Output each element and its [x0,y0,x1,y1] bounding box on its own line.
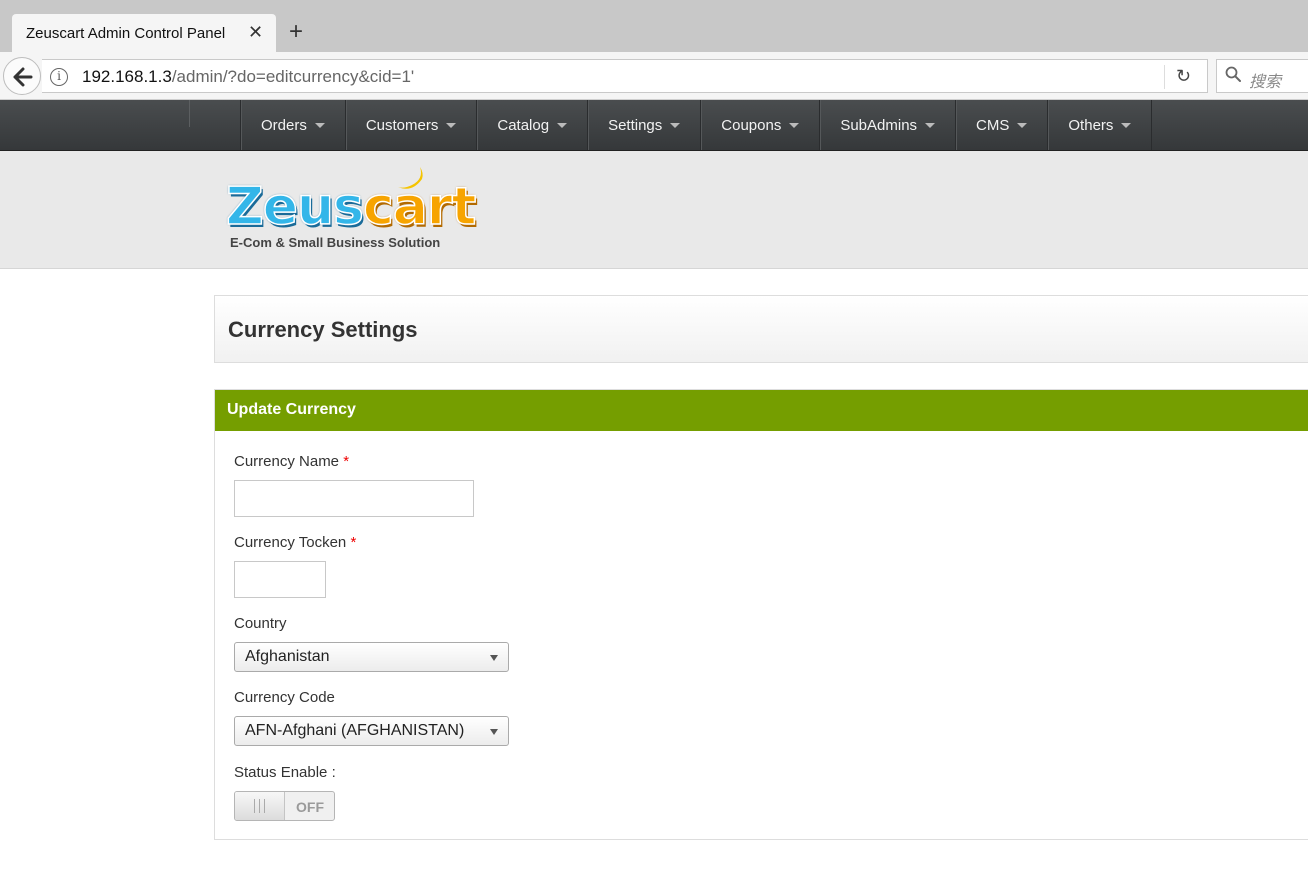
toggle-handle[interactable] [235,792,285,820]
nav-item-coupons[interactable]: Coupons [701,100,821,150]
nav-divider [189,100,190,127]
required-mark: * [343,453,350,470]
nav-item-subadmins[interactable]: SubAdmins [820,100,957,150]
caret-down-icon [314,122,325,128]
nav-item-label: Settings [608,116,663,134]
dropdown-arrow-icon [490,729,498,735]
currency-name-input[interactable] [234,480,474,517]
logo-word-zeus: Zeus [225,176,364,238]
nav-item-label: Others [1068,116,1114,134]
nav-item-settings[interactable]: Settings [588,100,702,150]
currency-code-select-value: AFN-Afghani (AFGHANISTAN) [245,722,465,739]
logo-tagline: E-Com & Small Business Solution [230,235,441,250]
update-currency-panel: Update Currency Currency Name * Currency… [214,389,1308,840]
caret-down-icon [557,122,568,128]
currency-token-label: Currency Tocken * [234,534,356,551]
nav-item-label: Orders [261,116,307,134]
nav-item-label: CMS [976,116,1010,134]
browser-tabbar: Zeuscart Admin Control Panel ✕ + [0,0,1308,52]
required-mark: * [350,534,357,551]
nav-item-label: SubAdmins [840,116,918,134]
caret-down-icon [446,122,457,128]
zeuscart-logo[interactable]: Zeuscart E-Com & Small Business Solution [225,167,477,259]
nav-item-catalog[interactable]: Catalog [477,100,589,150]
nav-item-orders[interactable]: Orders [241,100,346,150]
country-select[interactable]: Afghanistan [234,642,509,672]
nav-item-label: Catalog [497,116,550,134]
caret-down-icon [670,122,681,128]
nav-menu: Orders Customers Catalog Settings Coupon… [240,100,1153,150]
url-divider [1164,65,1165,89]
currency-token-label-text: Currency Tocken [234,534,347,551]
nav-item-others[interactable]: Others [1048,100,1153,150]
caret-down-icon [925,122,936,128]
panel-header: Update Currency [215,390,1308,431]
page-header: Currency Settings [214,295,1308,363]
logo-word-cart: cart [362,176,477,238]
url-text[interactable]: 192.168.1.3/admin/?do=editcurrency&cid=1… [82,67,414,87]
url-host: 192.168.1.3 [82,67,172,86]
info-icon[interactable]: i [50,68,68,86]
nav-item-customers[interactable]: Customers [346,100,478,150]
nav-item-cms[interactable]: CMS [956,100,1049,150]
currency-name-label: Currency Name * [234,453,349,470]
nav-item-label: Coupons [721,116,782,134]
currency-code-select[interactable]: AFN-Afghani (AFGHANISTAN) [234,716,509,746]
country-select-value: Afghanistan [245,648,330,665]
browser-search-box[interactable]: 搜索 [1216,59,1308,93]
dropdown-arrow-icon [490,655,498,661]
caret-down-icon [1017,122,1028,128]
toggle-state-label: OFF [296,799,324,815]
status-enable-label: Status Enable : [234,764,336,781]
country-label: Country [234,615,287,632]
grip-line [259,799,260,813]
grip-line [264,799,265,813]
caret-down-icon [789,122,800,128]
nav-item-label: Customers [365,116,439,134]
close-tab-icon[interactable]: ✕ [248,23,263,41]
logo-wordmark: Zeuscart [225,176,477,238]
browser-tab[interactable]: Zeuscart Admin Control Panel ✕ [12,14,276,52]
back-button[interactable] [3,57,41,95]
page-title: Currency Settings [228,317,418,342]
address-bar[interactable]: i 192.168.1.3/admin/?do=editcurrency&cid… [42,59,1208,93]
grip-line [254,799,255,813]
currency-code-label: Currency Code [234,689,335,706]
back-arrow-icon [13,67,33,87]
currency-name-label-text: Currency Name [234,453,340,470]
search-icon [1225,66,1241,87]
reload-icon[interactable]: ↻ [1176,66,1191,87]
panel-title: Update Currency [227,401,356,418]
currency-token-input[interactable] [234,561,326,598]
header-band: Zeuscart E-Com & Small Business Solution [0,151,1308,269]
browser-toolbar: i 192.168.1.3/admin/?do=editcurrency&cid… [0,52,1308,100]
url-path: /admin/?do=editcurrency&cid=1' [171,67,415,86]
new-tab-icon[interactable]: + [289,20,303,44]
caret-down-icon [1121,122,1132,128]
browser-tab-title: Zeuscart Admin Control Panel [26,25,226,42]
search-placeholder: 搜索 [1249,74,1282,91]
main-navbar: Orders Customers Catalog Settings Coupon… [0,100,1308,151]
status-toggle[interactable]: OFF [234,791,335,821]
